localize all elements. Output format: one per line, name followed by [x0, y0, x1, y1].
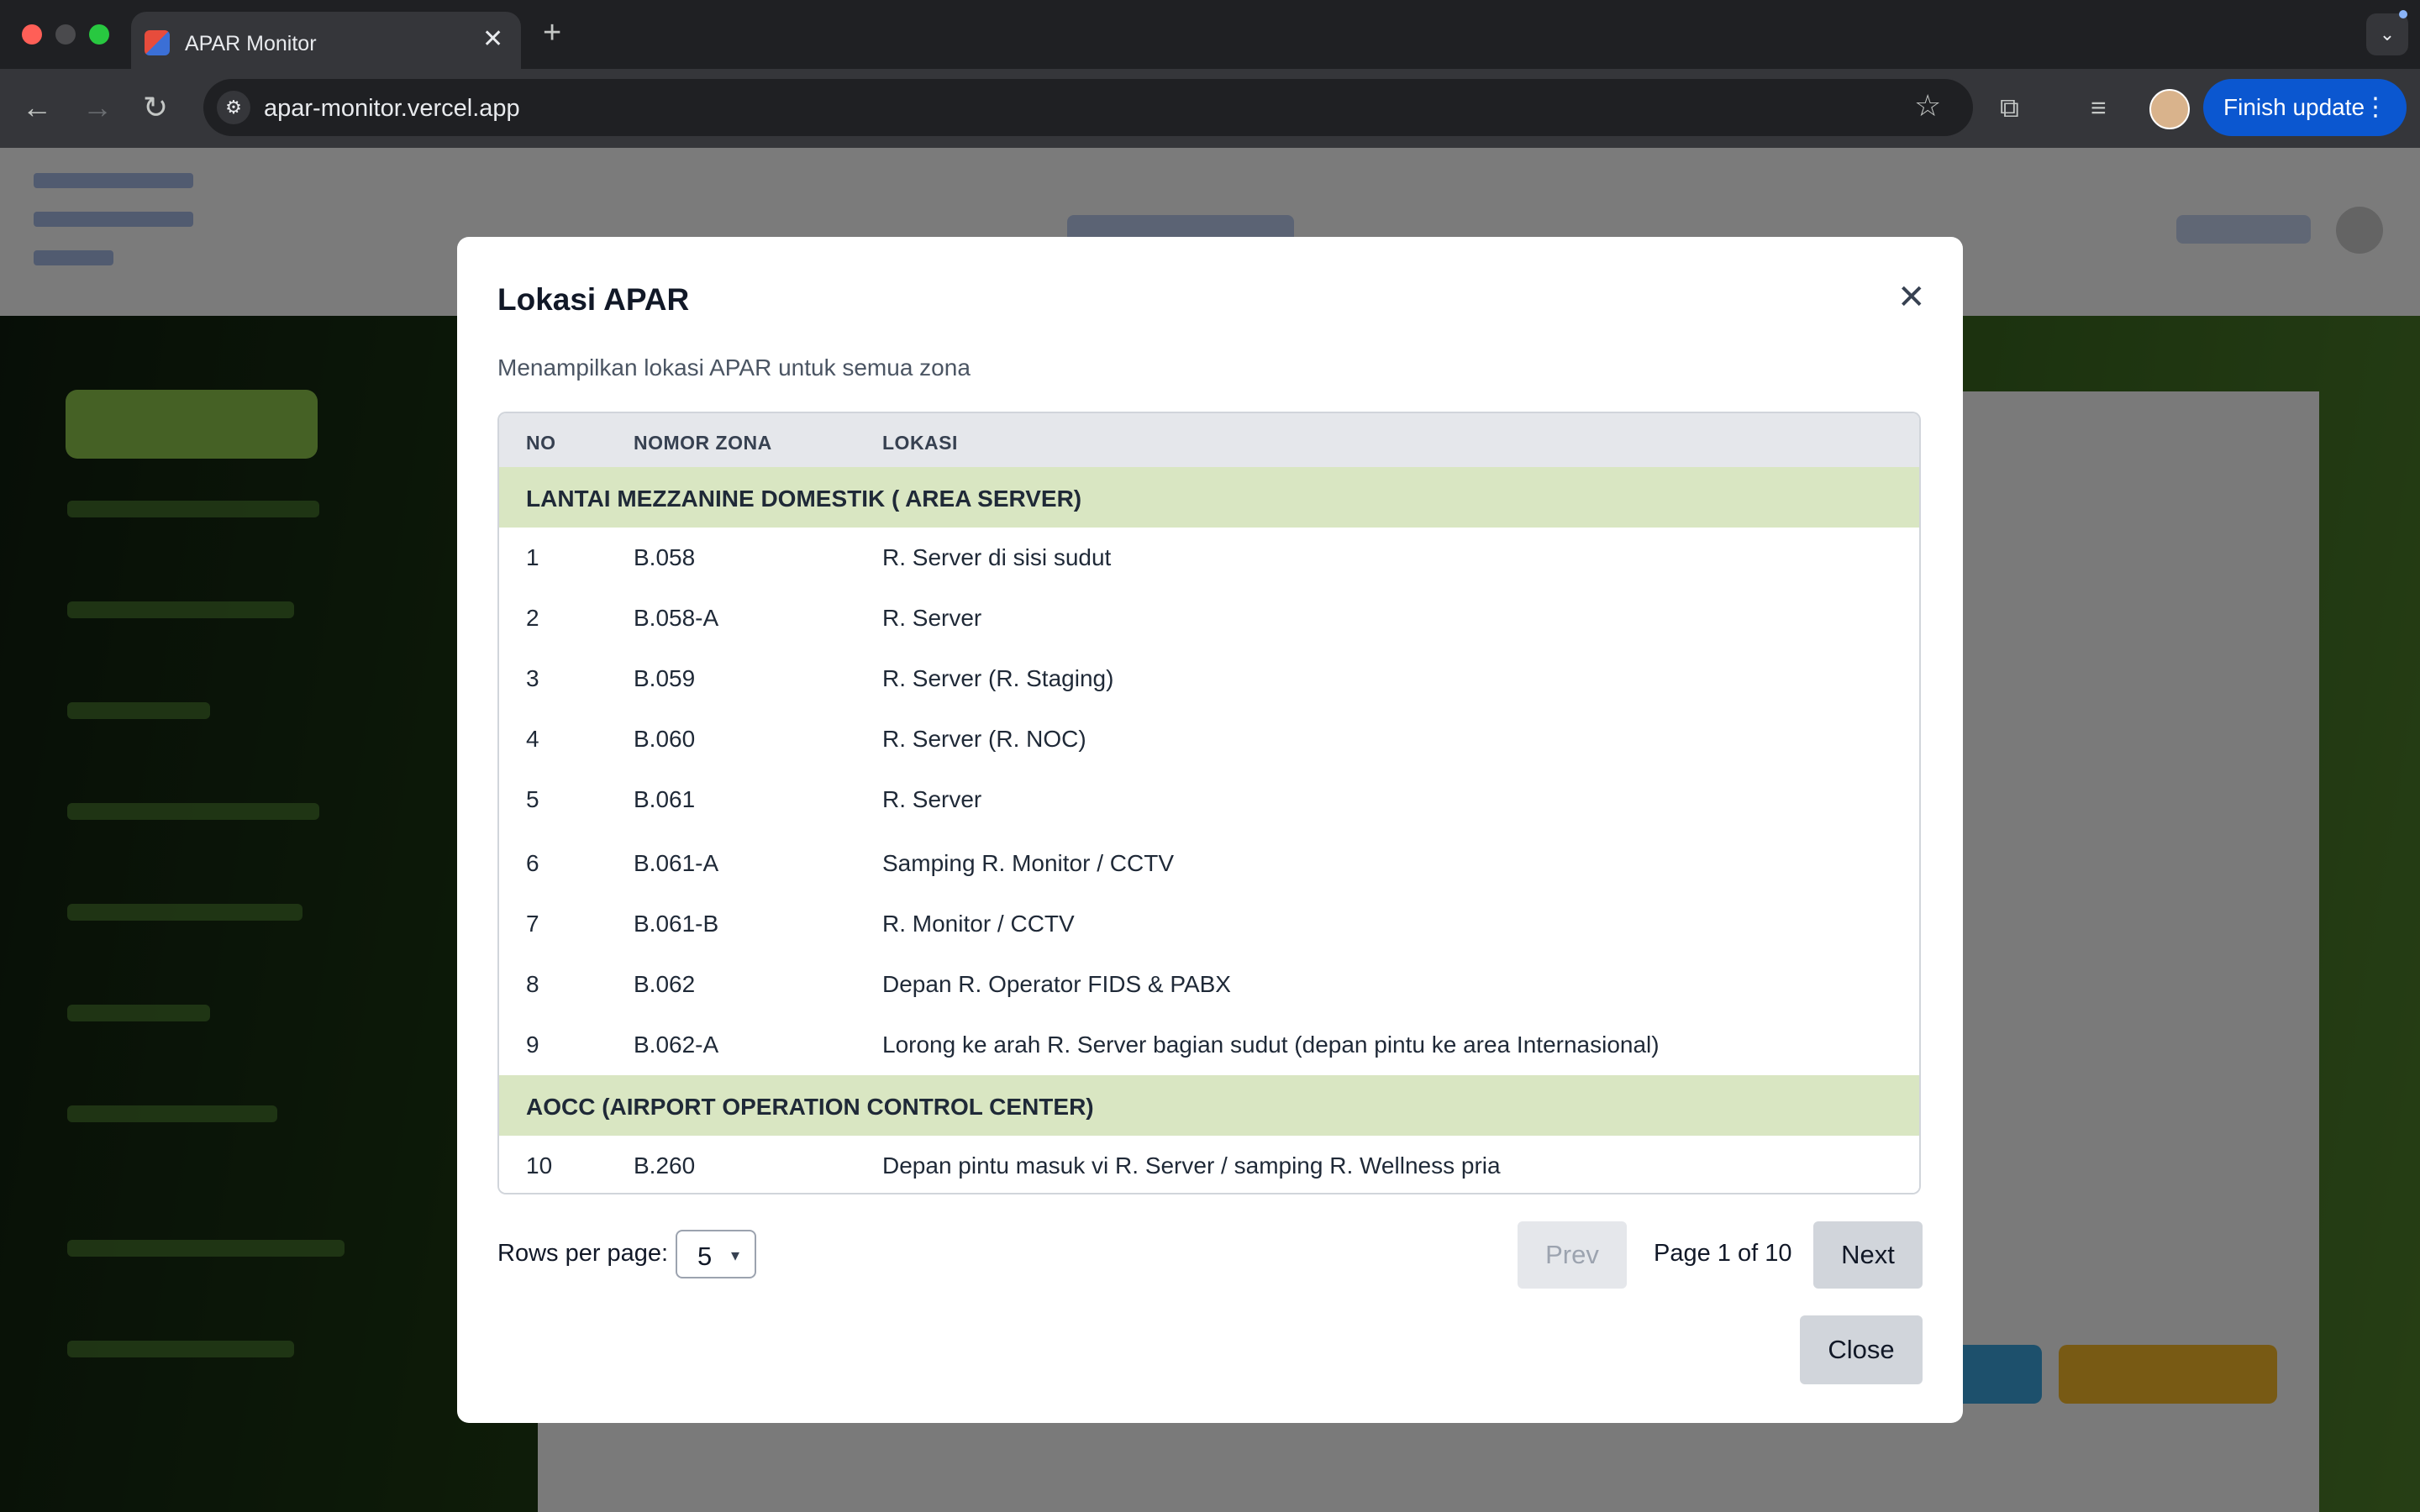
- cell-no: 7: [526, 911, 539, 937]
- tab-favicon-icon: [145, 30, 170, 55]
- cell-lokasi: R. Server (R. NOC): [882, 726, 1086, 752]
- cell-no: 9: [526, 1032, 539, 1058]
- table-row: 10 B.260 Depan pintu masuk vi R. Server …: [499, 1136, 1919, 1193]
- table-row: 9 B.062-A Lorong ke arah R. Server bagia…: [499, 1015, 1919, 1075]
- reload-icon[interactable]: ↻: [143, 92, 168, 123]
- cell-lokasi: Depan pintu masuk vi R. Server / samping…: [882, 1152, 1501, 1179]
- modal-subtitle: Menampilkan lokasi APAR untuk semua zona: [497, 354, 971, 381]
- site-settings-icon[interactable]: ⚙: [217, 91, 250, 124]
- table-row: 4 B.060 R. Server (R. NOC): [499, 709, 1919, 769]
- notification-dot: [2399, 10, 2407, 18]
- cell-zona: B.062-A: [634, 1032, 719, 1058]
- table-row: 3 B.059 R. Server (R. Staging): [499, 648, 1919, 709]
- modal-title: Lokasi APAR: [497, 282, 690, 317]
- cell-no: 5: [526, 786, 539, 812]
- cell-zona: B.061-A: [634, 850, 719, 876]
- cell-lokasi: Depan R. Operator FIDS & PABX: [882, 971, 1231, 997]
- tab-close-icon[interactable]: ✕: [482, 27, 503, 52]
- table-header-row: NO NOMOR ZONA LOKASI: [499, 413, 1919, 467]
- group-row: LANTAI MEZZANINE DOMESTIK ( AREA SERVER): [499, 467, 1919, 528]
- lokasi-apar-modal: Lokasi APAR ✕ Menampilkan lokasi APAR un…: [457, 237, 1963, 1423]
- cell-lokasi: R. Server (R. Staging): [882, 665, 1114, 691]
- cell-zona: B.061: [634, 786, 696, 812]
- cell-lokasi: R. Monitor / CCTV: [882, 911, 1075, 937]
- cell-no: 4: [526, 726, 539, 752]
- cell-no: 3: [526, 665, 539, 691]
- cell-lokasi: R. Server: [882, 786, 982, 812]
- cell-no: 6: [526, 850, 539, 876]
- table-row: 6 B.061-A Samping R. Monitor / CCTV: [499, 833, 1919, 894]
- cell-no: 2: [526, 605, 539, 631]
- tab-title: APAR Monitor: [185, 32, 317, 55]
- window-zoom-button[interactable]: [89, 24, 109, 45]
- apar-location-table-continued: 6 B.061-A Samping R. Monitor / CCTV 7 B.…: [497, 833, 1921, 1194]
- rows-per-page-value: 5: [697, 1242, 713, 1271]
- group-row: AOCC (AIRPORT OPERATION CONTROL CENTER): [499, 1075, 1919, 1136]
- finish-update-label: Finish update: [2223, 94, 2365, 120]
- cell-zona: B.062: [634, 971, 696, 997]
- tab-search-button[interactable]: ⌄: [2366, 13, 2408, 55]
- rows-per-page-select[interactable]: 5 ▾: [676, 1230, 756, 1278]
- media-control-icon[interactable]: ≡: [2091, 92, 2107, 123]
- profile-avatar[interactable]: [2149, 89, 2190, 129]
- prev-page-button[interactable]: Prev: [1518, 1221, 1627, 1289]
- new-tab-icon[interactable]: +: [543, 17, 561, 49]
- cell-zona: B.260: [634, 1152, 696, 1179]
- cell-zona: B.058: [634, 544, 696, 570]
- forward-icon[interactable]: →: [82, 92, 113, 123]
- close-button[interactable]: Close: [1800, 1315, 1923, 1384]
- close-icon[interactable]: ✕: [1897, 281, 1926, 314]
- group-label: LANTAI MEZZANINE DOMESTIK ( AREA SERVER): [526, 486, 1082, 512]
- cell-no: 10: [526, 1152, 553, 1179]
- table-row: 7 B.061-B R. Monitor / CCTV: [499, 894, 1919, 954]
- star-icon[interactable]: ☆: [1914, 91, 1941, 121]
- cell-zona: B.059: [634, 665, 696, 691]
- window-minimize-button[interactable]: [55, 24, 76, 45]
- back-icon[interactable]: ←: [22, 92, 52, 123]
- cell-no: 8: [526, 971, 539, 997]
- extensions-icon[interactable]: ⧉: [2000, 92, 2019, 123]
- browser-tab-active[interactable]: APAR Monitor ✕: [131, 12, 521, 69]
- column-header-nomor-zona: NOMOR ZONA: [634, 432, 772, 454]
- chevron-down-icon: ⌄: [2379, 24, 2396, 45]
- browser-tabbar: APAR Monitor ✕ + ⌄: [0, 0, 2420, 69]
- finish-update-button[interactable]: Finish update ⋮: [2203, 79, 2407, 136]
- more-options-icon[interactable]: ⋮: [2363, 79, 2388, 136]
- table-row: 5 B.061 R. Server: [499, 769, 1919, 830]
- cell-lokasi: R. Server: [882, 605, 982, 631]
- next-page-button[interactable]: Next: [1813, 1221, 1923, 1289]
- url-text[interactable]: apar-monitor.vercel.app: [264, 95, 520, 123]
- chevron-down-icon: ▾: [731, 1247, 740, 1265]
- column-header-lokasi: LOKASI: [882, 432, 958, 454]
- table-row: 1 B.058 R. Server di sisi sudut: [499, 528, 1919, 588]
- cell-lokasi: Lorong ke arah R. Server bagian sudut (d…: [882, 1032, 1660, 1058]
- cell-no: 1: [526, 544, 539, 570]
- address-bar[interactable]: ⚙ apar-monitor.vercel.app ☆: [203, 79, 1973, 136]
- apar-location-table: NO NOMOR ZONA LOKASI LANTAI MEZZANINE DO…: [497, 412, 1921, 835]
- browser-toolbar: ← → ↻ ⚙ apar-monitor.vercel.app ☆ ⧉ ≡ Fi…: [0, 69, 2420, 148]
- table-row: 2 B.058-A R. Server: [499, 588, 1919, 648]
- cell-zona: B.058-A: [634, 605, 719, 631]
- cell-lokasi: Samping R. Monitor / CCTV: [882, 850, 1174, 876]
- cell-zona: B.060: [634, 726, 696, 752]
- column-header-no: NO: [526, 432, 556, 454]
- window-close-button[interactable]: [22, 24, 42, 45]
- rows-per-page-label: Rows per page:: [497, 1240, 669, 1267]
- table-row: 8 B.062 Depan R. Operator FIDS & PABX: [499, 954, 1919, 1015]
- page-info: Page 1 of 10: [1654, 1240, 1792, 1267]
- cell-zona: B.061-B: [634, 911, 719, 937]
- group-label: AOCC (AIRPORT OPERATION CONTROL CENTER): [526, 1094, 1094, 1120]
- cell-lokasi: R. Server di sisi sudut: [882, 544, 1112, 570]
